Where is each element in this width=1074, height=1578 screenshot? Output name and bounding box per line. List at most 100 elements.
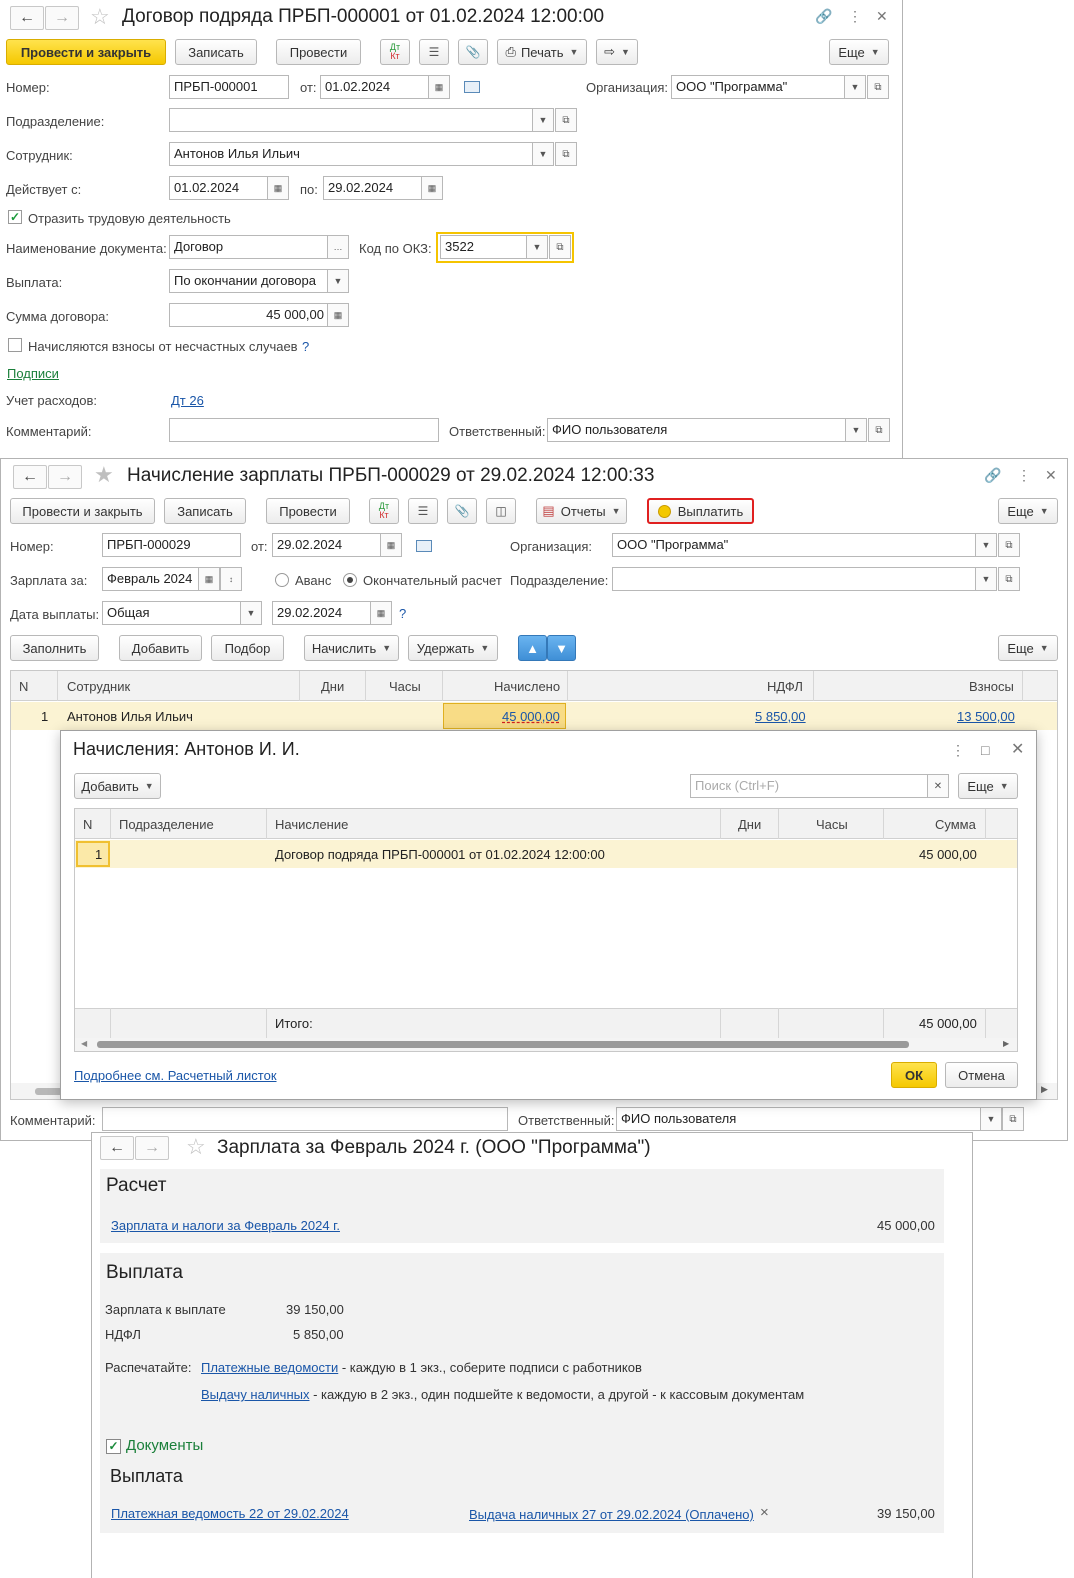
- responsible-field[interactable]: ФИО пользователя ▼: [547, 418, 867, 442]
- scroll-left-icon[interactable]: ◀: [81, 1039, 87, 1048]
- docname-field[interactable]: Договор …: [169, 235, 349, 259]
- open-icon[interactable]: ⧉: [1002, 1107, 1024, 1131]
- more-button[interactable]: Еще ▼: [998, 498, 1058, 524]
- more-vertical-icon[interactable]: ⋮: [848, 9, 862, 23]
- dropdown-icon[interactable]: ▼: [980, 1108, 1001, 1130]
- attachment-icon[interactable]: 📎: [458, 39, 488, 65]
- dtkt-icon[interactable]: Дт Кт: [380, 39, 410, 65]
- open-icon[interactable]: ⧉: [868, 418, 890, 442]
- move-down-button[interactable]: ▼: [547, 635, 576, 661]
- table-more-button[interactable]: Еще ▼: [998, 635, 1058, 661]
- open-icon[interactable]: ⧉: [867, 75, 889, 99]
- scroll-right-icon[interactable]: ▶: [1003, 1039, 1009, 1048]
- horizontal-scrollbar[interactable]: ◀ ▶: [75, 1038, 1017, 1051]
- calendar-icon[interactable]: ▦: [370, 602, 391, 624]
- calc-link[interactable]: Зарплата и налоги за Февраль 2024 г.: [111, 1218, 340, 1233]
- back-button[interactable]: ←: [10, 6, 44, 30]
- calendar-icon[interactable]: ▦: [198, 568, 220, 590]
- calendar-icon[interactable]: ▦: [421, 177, 442, 199]
- org-field[interactable]: ООО "Программа" ▼: [612, 533, 997, 557]
- employee-field[interactable]: Антонов Илья Ильич ▼: [169, 142, 554, 166]
- help-icon[interactable]: ?: [399, 606, 406, 621]
- save-button[interactable]: Записать: [164, 498, 246, 524]
- spin-icon[interactable]: ↕: [220, 568, 241, 590]
- create-based-button[interactable]: ⇨ ▼: [596, 39, 638, 65]
- more-button[interactable]: Еще ▼: [958, 773, 1018, 799]
- dropdown-icon[interactable]: ▼: [327, 270, 348, 292]
- cancel-button[interactable]: Отмена: [945, 1062, 1018, 1088]
- dtkt-icon[interactable]: Дт Кт: [369, 498, 399, 524]
- favorite-star-icon[interactable]: ☆: [90, 6, 110, 28]
- advance-radio[interactable]: [275, 573, 289, 587]
- dropdown-icon[interactable]: ▼: [532, 109, 553, 131]
- ndfl-link[interactable]: 5 850,00: [755, 709, 806, 724]
- attachment-icon[interactable]: 📎: [447, 498, 477, 524]
- dropdown-icon[interactable]: ▼: [844, 76, 865, 98]
- favorite-star-icon[interactable]: ★: [94, 464, 114, 486]
- dropdown-icon[interactable]: ▼: [975, 534, 996, 556]
- details-link[interactable]: Подробнее см. Расчетный листок: [74, 1068, 277, 1083]
- dropdown-icon[interactable]: ▼: [240, 602, 261, 624]
- ok-button[interactable]: ОК: [891, 1062, 937, 1088]
- scroll-thumb[interactable]: [97, 1041, 909, 1048]
- more-vertical-icon[interactable]: ⋮: [951, 743, 965, 757]
- calendar-icon[interactable]: ▦: [380, 534, 401, 556]
- dropdown-icon[interactable]: ▼: [845, 419, 866, 441]
- final-radio[interactable]: [343, 573, 357, 587]
- more-vertical-icon[interactable]: ⋮: [1017, 468, 1031, 482]
- okz-field[interactable]: 3522 ▼: [440, 235, 548, 259]
- print2-link[interactable]: Выдачу наличных: [201, 1387, 309, 1402]
- select-icon[interactable]: …: [327, 236, 348, 258]
- search-input[interactable]: Поиск (Ctrl+F): [690, 774, 928, 798]
- link-icon[interactable]: 🔗: [984, 468, 1001, 482]
- doc2-link[interactable]: Выдача наличных 27 от 29.02.2024 (Оплаче…: [469, 1507, 754, 1522]
- post-button[interactable]: Провести: [276, 39, 361, 65]
- contrib-link[interactable]: 13 500,00: [957, 709, 1015, 724]
- dept-field[interactable]: ▼: [612, 567, 997, 591]
- salary-for-field[interactable]: Февраль 2024 ▦ ↕: [102, 567, 242, 591]
- open-icon[interactable]: ⧉: [998, 567, 1020, 591]
- calendar-icon[interactable]: ▦: [428, 76, 449, 98]
- dropdown-icon[interactable]: ▼: [975, 568, 996, 590]
- post-and-close-button[interactable]: Провести и закрыть: [10, 498, 155, 524]
- date-field[interactable]: 29.02.2024 ▦: [272, 533, 402, 557]
- expense-link[interactable]: Дт 26: [171, 393, 204, 408]
- structure-icon[interactable]: ◫: [486, 498, 516, 524]
- sum-field[interactable]: 45 000,00 ▦: [169, 303, 349, 327]
- doc-close-icon[interactable]: ×: [760, 1504, 769, 1521]
- back-button[interactable]: ←: [100, 1136, 134, 1160]
- dropdown-icon[interactable]: ▼: [532, 143, 553, 165]
- dept-field[interactable]: ▼: [169, 108, 554, 132]
- close-icon[interactable]: ✕: [1045, 468, 1057, 482]
- back-button[interactable]: ←: [13, 465, 47, 489]
- accrue-button[interactable]: Начислить ▼: [304, 635, 399, 661]
- signatures-link[interactable]: Подписи: [7, 366, 59, 381]
- print1-link[interactable]: Платежные ведомости: [201, 1360, 338, 1375]
- maximize-icon[interactable]: □: [981, 743, 989, 757]
- forward-button[interactable]: →: [135, 1136, 169, 1160]
- scroll-right-icon[interactable]: ▶: [1041, 1084, 1048, 1095]
- valid-to-field[interactable]: 29.02.2024 ▦: [323, 176, 443, 200]
- post-and-close-button[interactable]: Провести и закрыть: [6, 39, 166, 65]
- comment-field[interactable]: [169, 418, 439, 442]
- add-button[interactable]: Добавить ▼: [74, 773, 161, 799]
- docs-label[interactable]: Документы: [126, 1437, 203, 1454]
- open-icon[interactable]: ⧉: [998, 533, 1020, 557]
- journal-icon[interactable]: ☰: [419, 39, 449, 65]
- favorite-star-icon[interactable]: ☆: [186, 1136, 206, 1158]
- paydate-field[interactable]: 29.02.2024 ▦: [272, 601, 392, 625]
- withhold-button[interactable]: Удержать ▼: [408, 635, 498, 661]
- doc1-link[interactable]: Платежная ведомость 22 от 29.02.2024: [111, 1506, 349, 1521]
- forward-button[interactable]: →: [48, 465, 82, 489]
- close-icon[interactable]: ✕: [876, 9, 888, 23]
- more-button[interactable]: Еще ▼: [829, 39, 889, 65]
- date-field[interactable]: 01.02.2024 ▦: [320, 75, 450, 99]
- save-button[interactable]: Записать: [175, 39, 257, 65]
- paydate-type-field[interactable]: Общая ▼: [102, 601, 262, 625]
- number-field[interactable]: ПРБП-000029: [102, 533, 241, 557]
- accident-checkbox[interactable]: [8, 338, 22, 352]
- reports-button[interactable]: ▤ Отчеты ▼: [536, 498, 627, 524]
- reflect-checkbox[interactable]: ✓: [8, 210, 22, 224]
- responsible-field[interactable]: ФИО пользователя ▼: [616, 1107, 1002, 1131]
- open-icon[interactable]: ⧉: [555, 142, 577, 166]
